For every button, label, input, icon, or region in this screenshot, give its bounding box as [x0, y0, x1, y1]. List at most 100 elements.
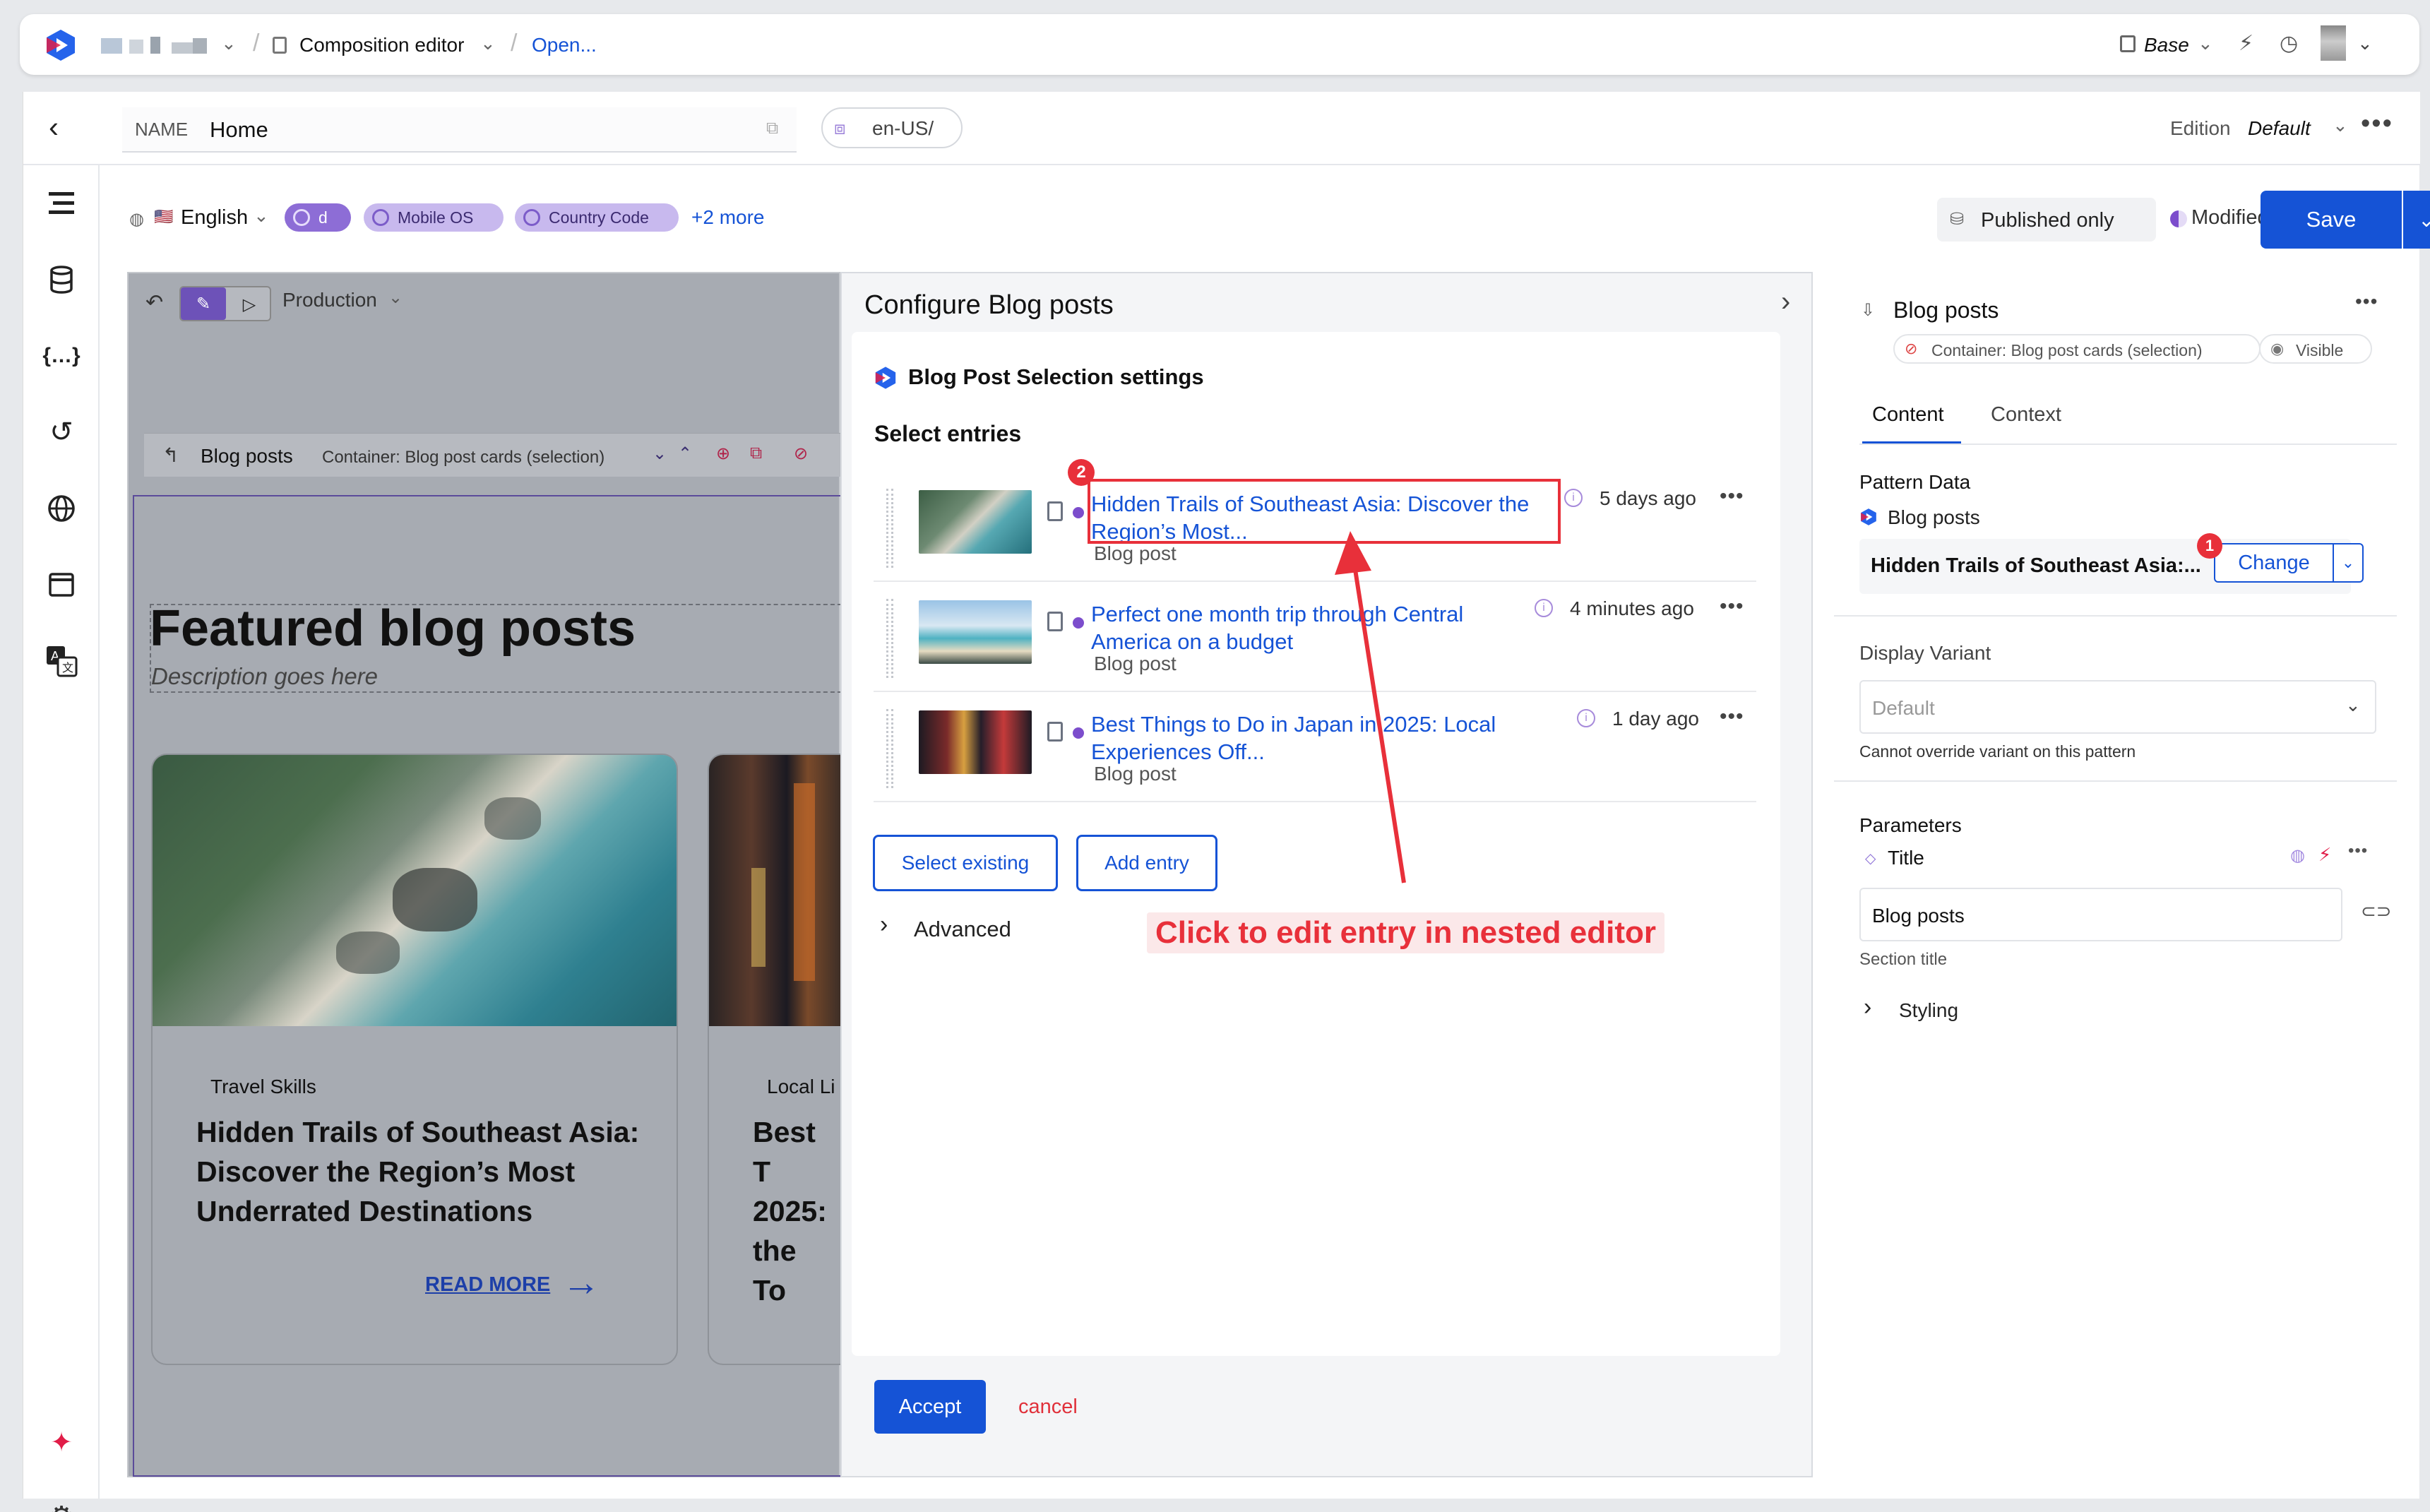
chevron-down-icon[interactable]: ⌄: [254, 205, 269, 227]
chevron-down-icon[interactable]: ⌄: [480, 32, 496, 54]
entry-more-icon[interactable]: •••: [1720, 595, 1744, 619]
display-variant-select[interactable]: Default ⌄: [1859, 680, 2376, 734]
database-icon[interactable]: [44, 263, 78, 297]
visible-chip[interactable]: ◉ Visible: [2259, 334, 2372, 364]
drag-handle[interactable]: [886, 599, 893, 678]
chevron-right-icon[interactable]: ›: [1781, 286, 1790, 318]
save-options-chevron-icon[interactable]: ⌄: [2403, 191, 2430, 249]
chevron-right-icon[interactable]: ›: [880, 911, 888, 939]
tab-content[interactable]: Content: [1872, 403, 1944, 427]
modified-status: Modified: [2191, 206, 2269, 229]
info-icon[interactable]: i: [1564, 489, 1583, 507]
card-1-title[interactable]: Hidden Trails of Southeast Asia: Discove…: [196, 1112, 648, 1231]
ai-sparkle-icon[interactable]: ✦: [44, 1425, 78, 1459]
app-frame: ⌄ / Composition editor ⌄ / Open... Base …: [0, 0, 2430, 1512]
breadcrumb-open-link[interactable]: Open...: [532, 34, 597, 56]
drag-handle[interactable]: [886, 489, 893, 568]
preview-play-icon[interactable]: ▷: [230, 290, 268, 319]
plug-icon[interactable]: ⚡: [2239, 31, 2253, 56]
entry-2-title-link[interactable]: Perfect one month trip through Central A…: [1091, 600, 1515, 655]
save-button[interactable]: Save: [2261, 191, 2402, 249]
copy-icon[interactable]: ⧉: [766, 119, 778, 138]
history-icon[interactable]: ◷: [2280, 31, 2298, 56]
status-dot: [1073, 507, 1084, 518]
undo-icon[interactable]: ↶: [145, 290, 163, 315]
more-options-icon[interactable]: •••: [2355, 290, 2378, 313]
blog-card-2[interactable]: Local Li Best T 2025: the To: [708, 754, 849, 1365]
published-only-toggle[interactable]: ⛁ Published only: [1937, 198, 2156, 242]
name-field[interactable]: NAME Home ⧉: [122, 107, 797, 153]
chevron-down-icon[interactable]: ⌄: [2198, 32, 2213, 54]
base-selector[interactable]: Base: [2144, 34, 2189, 56]
locale-path: en-US/: [872, 117, 934, 139]
layers-icon[interactable]: [44, 186, 78, 220]
chip-country-code[interactable]: Country Code: [515, 203, 679, 232]
mode-toggle: ✎ ▷: [179, 286, 271, 321]
chevron-down-icon[interactable]: ⌄: [2333, 114, 2348, 136]
settings-gear-icon[interactable]: ⚙: [44, 1500, 78, 1512]
styling-toggle[interactable]: Styling: [1899, 999, 1958, 1022]
project-name-blurred[interactable]: [101, 35, 221, 54]
avatar[interactable]: [2321, 25, 2346, 61]
configure-panel-title: Configure Blog posts: [864, 290, 1114, 320]
card-1-read-more-link[interactable]: READ MORE: [425, 1273, 550, 1297]
section-description[interactable]: Description goes here: [151, 663, 378, 690]
back-arrow-icon[interactable]: ‹: [49, 110, 59, 144]
magic-wand-icon[interactable]: ⚡: [2318, 844, 2331, 866]
select-existing-button[interactable]: Select existing: [873, 835, 1058, 891]
more-chips-link[interactable]: +2 more: [691, 206, 765, 229]
chip-mobile-os[interactable]: Mobile OS: [364, 203, 504, 232]
chevron-down-icon[interactable]: ⌄: [221, 32, 237, 54]
chevron-down-icon[interactable]: ⌄: [2357, 32, 2373, 54]
breadcrumb-composition-editor[interactable]: Composition editor: [299, 34, 464, 56]
change-button[interactable]: Change: [2214, 543, 2334, 583]
unlink-icon[interactable]: ⊘: [794, 444, 808, 464]
top-bar: ⌄ / Composition editor ⌄ / Open... Base …: [20, 14, 2419, 75]
arrow-right-icon[interactable]: →: [562, 1261, 600, 1304]
info-icon[interactable]: i: [1535, 599, 1553, 617]
language-selector[interactable]: English: [181, 206, 248, 230]
card-2-title[interactable]: Best T 2025: the To: [753, 1112, 827, 1310]
move-down-icon[interactable]: ⌄: [653, 444, 667, 464]
locale-path-chip[interactable]: ⧈ en-US/: [821, 107, 963, 148]
app-logo-icon[interactable]: [44, 28, 78, 62]
edition-selector[interactable]: Default: [2248, 117, 2311, 140]
variables-icon[interactable]: {…}: [42, 339, 80, 373]
add-entry-button[interactable]: Add entry: [1076, 835, 1217, 891]
section-title[interactable]: Featured blog posts: [150, 600, 636, 657]
globe-icon[interactable]: [44, 492, 78, 525]
chevron-right-icon[interactable]: ›: [1864, 994, 1871, 1021]
chevron-down-icon: ⌄: [2345, 694, 2361, 715]
globe-icon[interactable]: ◍: [2290, 845, 2305, 866]
param-title-input[interactable]: Blog posts: [1859, 888, 2342, 941]
breadcrumb-separator: /: [511, 30, 518, 56]
param-more-icon[interactable]: •••: [2348, 841, 2368, 861]
browser-window-icon[interactable]: [44, 568, 78, 602]
tab-context[interactable]: Context: [1991, 403, 2061, 427]
more-options-icon[interactable]: •••: [2361, 109, 2393, 139]
card-2-image: [709, 755, 849, 1026]
accept-button[interactable]: Accept: [874, 1380, 986, 1434]
move-up-icon[interactable]: ⌃: [678, 444, 692, 464]
select-parent-icon[interactable]: ↰: [162, 444, 179, 467]
advanced-toggle[interactable]: Advanced: [914, 917, 1011, 942]
target-icon[interactable]: ⊕: [716, 444, 730, 464]
chip-d[interactable]: d: [285, 203, 351, 232]
name-input[interactable]: Home: [210, 117, 268, 143]
history-icon[interactable]: ↺: [44, 415, 78, 449]
cancel-button[interactable]: cancel: [1018, 1395, 1078, 1419]
translate-icon[interactable]: A文: [44, 644, 78, 678]
environment-selector[interactable]: Production: [282, 289, 377, 311]
chevron-down-icon[interactable]: ⌄: [388, 287, 403, 308]
pattern-source: Blog posts: [1888, 506, 1980, 528]
blog-card-1[interactable]: Travel Skills Hidden Trails of Southeast…: [151, 754, 678, 1365]
container-chip[interactable]: ⊘ Container: Blog post cards (selection): [1893, 334, 2261, 364]
entry-more-icon[interactable]: •••: [1720, 484, 1744, 508]
entry-more-icon[interactable]: •••: [1720, 705, 1744, 729]
link-icon[interactable]: ⊂⊃: [2361, 900, 2392, 922]
drag-handle[interactable]: [886, 709, 893, 788]
swap-icon[interactable]: ⧉: [750, 444, 762, 463]
change-options-chevron-icon[interactable]: ⌄: [2333, 543, 2364, 583]
edit-mode-icon[interactable]: ✎: [181, 287, 226, 320]
info-icon[interactable]: i: [1577, 709, 1595, 727]
